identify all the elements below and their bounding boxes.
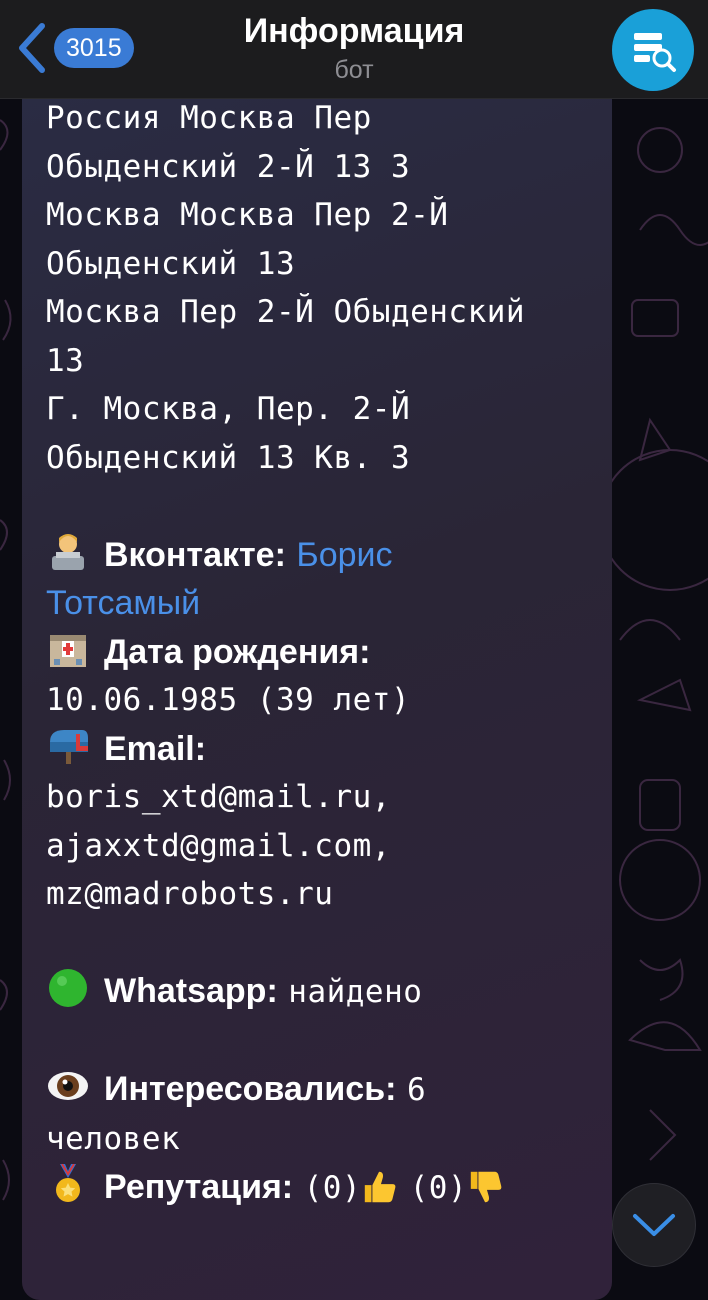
- chat-title: Информация: [243, 12, 465, 50]
- birth-label: Дата рождения:: [104, 632, 371, 671]
- hospital-emoji-icon: [50, 634, 86, 667]
- scroll-down-button[interactable]: [612, 1183, 696, 1267]
- reputation-label: Репутация:: [104, 1168, 294, 1206]
- reputation-likes: (0): [303, 1170, 362, 1206]
- whatsapp-label: Whatsapp:: [104, 972, 278, 1010]
- medal-emoji-icon: [56, 1164, 80, 1202]
- vk-row: Вконтакте: Борис: [46, 531, 591, 580]
- green-circle-emoji-icon: [49, 969, 87, 1007]
- interest-label: Интересовались:: [104, 1070, 397, 1108]
- birth-value: 10.06.1985 (39 лет): [46, 682, 411, 718]
- server-search-icon: [634, 33, 676, 72]
- eye-emoji-icon: [48, 1072, 88, 1100]
- interest-row: Интересовались: 6: [46, 1065, 591, 1115]
- reputation-dislikes: (0): [409, 1170, 468, 1206]
- address-line: Обыденский 2-Й 13 3: [46, 148, 411, 185]
- interest-count: 6: [406, 1072, 427, 1108]
- bot-avatar[interactable]: [612, 9, 694, 91]
- whatsapp-row: Whatsapp: найдено: [46, 967, 591, 1017]
- address-line: Москва Пер 2-Й Обыденский: [46, 294, 526, 330]
- birth-row: Дата рождения:: [46, 628, 591, 677]
- chat-subtitle: бот: [334, 56, 374, 84]
- email-value[interactable]: mz@madrobots.ru: [46, 870, 591, 919]
- mailbox-emoji-icon: [50, 729, 88, 764]
- address-line: Обыденский 13 Кв. 3: [46, 439, 411, 476]
- whatsapp-value: найдено: [288, 974, 423, 1010]
- vk-link[interactable]: Борис: [296, 536, 392, 574]
- thumbs-up-icon[interactable]: [361, 1168, 399, 1206]
- technologist-emoji-icon: [52, 533, 84, 570]
- address-line: Москва Москва Пер 2-Й: [46, 197, 449, 233]
- address-line: Обыденский 13: [46, 245, 296, 282]
- address-line: Г. Москва, Пер. 2-Й: [46, 391, 411, 427]
- interest-unit: человек: [46, 1120, 181, 1157]
- reputation-row: Репутация: (0) (0): [46, 1163, 591, 1213]
- vk-label: Вконтакте:: [104, 535, 286, 574]
- email-value[interactable]: boris_xtd@mail.ru,: [46, 773, 591, 822]
- vk-link-cont[interactable]: Тотсамый: [46, 579, 591, 628]
- thumbs-down-icon[interactable]: [467, 1168, 505, 1206]
- chat-header: 3015 Информация бот: [0, 0, 708, 99]
- email-row: Email:: [46, 725, 591, 774]
- message-content: Россия Москва Пер Обыденский 2-Й 13 3 Мо…: [46, 94, 591, 1213]
- chevron-down-icon: [633, 1214, 675, 1236]
- email-label: Email:: [104, 729, 207, 768]
- email-value[interactable]: ajaxxtd@gmail.com,: [46, 822, 591, 871]
- address-line: 13: [46, 342, 85, 379]
- address-line: Россия Москва Пер: [46, 100, 372, 136]
